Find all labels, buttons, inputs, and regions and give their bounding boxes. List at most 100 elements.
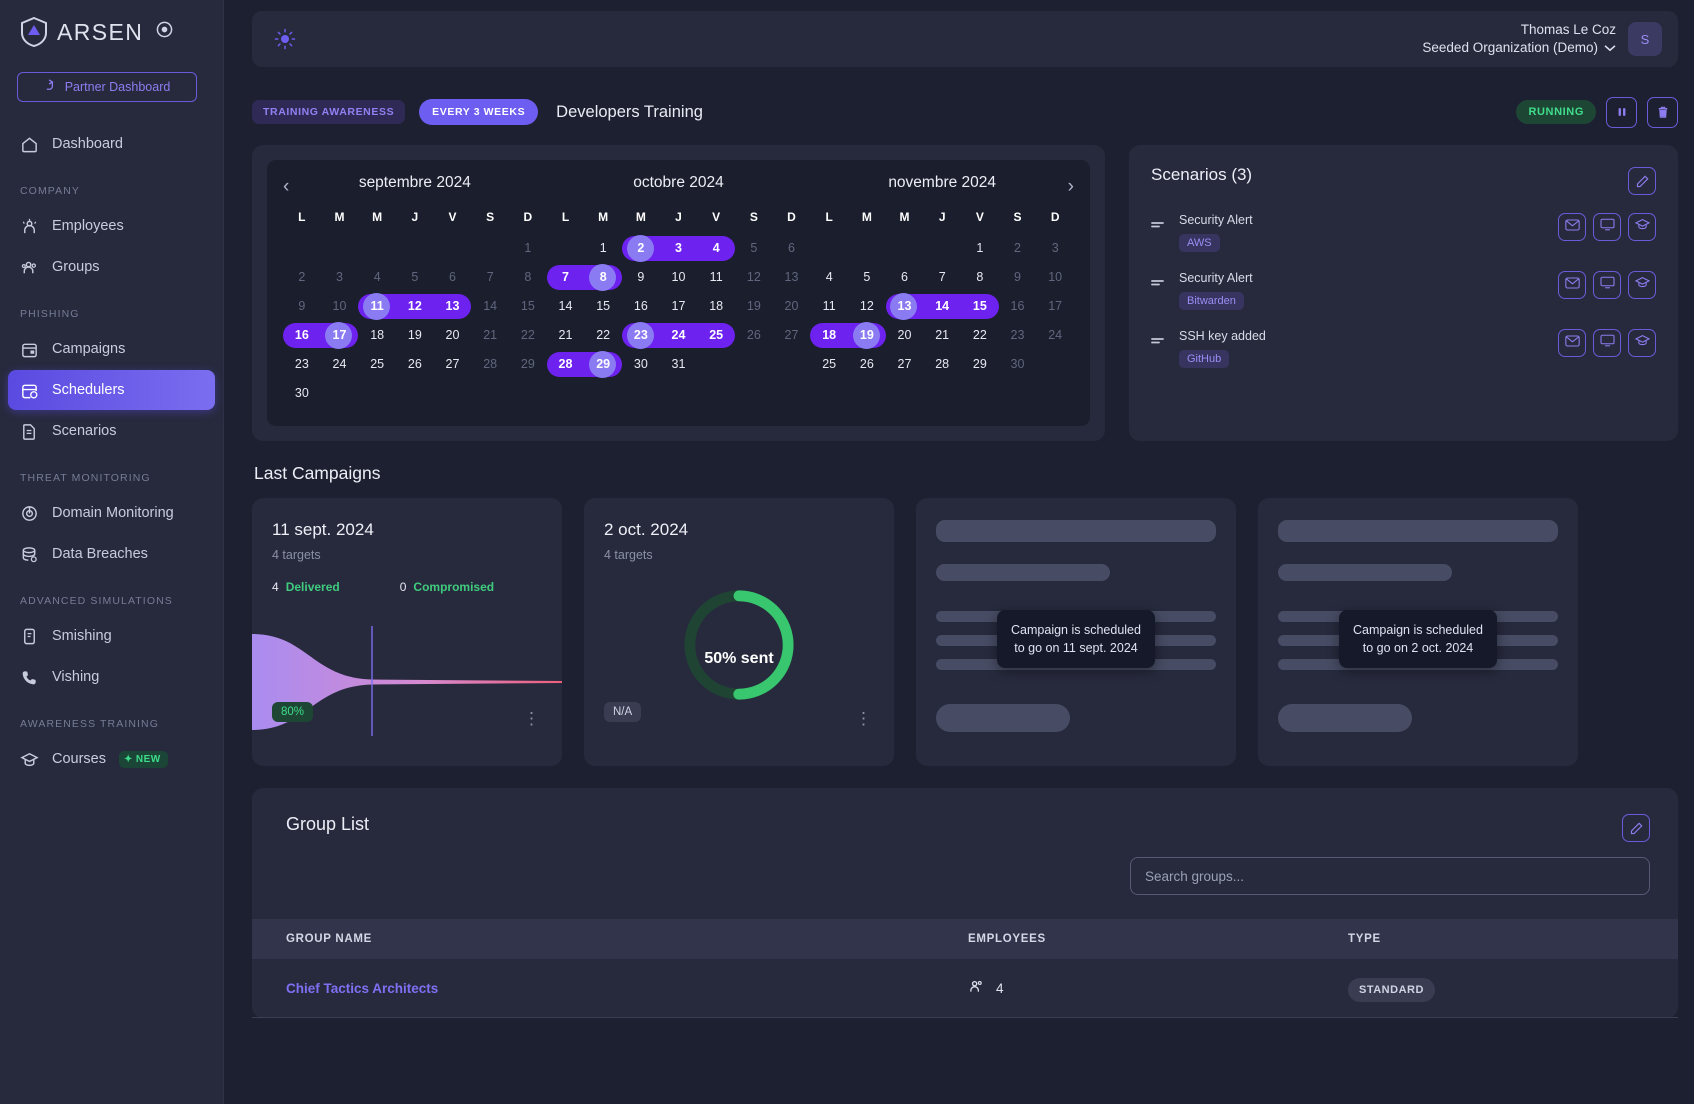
calendar-day[interactable]: 3 xyxy=(321,263,359,292)
sidebar-item-vishing[interactable]: Vishing xyxy=(8,657,215,697)
calendar-day[interactable]: 20 xyxy=(434,321,472,350)
graduation-cap-button[interactable] xyxy=(1628,329,1656,357)
calendar-day[interactable]: 22 xyxy=(509,321,547,350)
calendar-day[interactable]: 26 xyxy=(848,350,886,379)
calendar-day[interactable]: 2 xyxy=(622,234,660,263)
sidebar-item-smishing[interactable]: Smishing xyxy=(8,616,215,656)
graduation-cap-button[interactable] xyxy=(1628,271,1656,299)
sidebar-item-data-breaches[interactable]: Data Breaches xyxy=(8,534,215,574)
group-name-link[interactable]: Chief Tactics Architects xyxy=(286,981,438,996)
calendar-day[interactable]: 9 xyxy=(622,263,660,292)
calendar-day[interactable]: 22 xyxy=(584,321,622,350)
calendar-day[interactable]: 5 xyxy=(396,263,434,292)
sidebar-item-domain-monitoring[interactable]: Domain Monitoring xyxy=(8,493,215,533)
calendar-day[interactable]: 19 xyxy=(848,321,886,350)
campaign-menu-button[interactable]: ⋮ xyxy=(855,710,872,727)
calendar-day[interactable]: 13 xyxy=(434,292,472,321)
calendar-day[interactable]: 4 xyxy=(810,263,848,292)
calendar-day[interactable]: 29 xyxy=(961,350,999,379)
calendar-day[interactable]: 29 xyxy=(509,350,547,379)
calendar-day[interactable]: 20 xyxy=(773,292,811,321)
user-menu[interactable]: Thomas Le Coz Seeded Organization (Demo)… xyxy=(1422,21,1662,57)
calendar-day[interactable]: 6 xyxy=(434,263,472,292)
calendar-day[interactable]: 6 xyxy=(773,234,811,263)
calendar-day[interactable]: 1 xyxy=(584,234,622,263)
calendar-prev-button[interactable]: ‹ xyxy=(283,176,289,198)
calendar-day[interactable]: 27 xyxy=(434,350,472,379)
envelope-button[interactable] xyxy=(1558,213,1586,241)
monitor-button[interactable] xyxy=(1593,329,1621,357)
calendar-day[interactable]: 28 xyxy=(923,350,961,379)
calendar-day[interactable]: 28 xyxy=(547,350,585,379)
calendar-day[interactable]: 11 xyxy=(810,292,848,321)
calendar-day[interactable]: 21 xyxy=(547,321,585,350)
calendar-day[interactable]: 9 xyxy=(999,263,1037,292)
calendar-day[interactable]: 12 xyxy=(848,292,886,321)
sidebar-item-dashboard[interactable]: Dashboard xyxy=(8,124,215,164)
sidebar-item-scenarios[interactable]: Scenarios xyxy=(8,411,215,451)
calendar-day[interactable]: 19 xyxy=(735,292,773,321)
calendar-day[interactable]: 7 xyxy=(471,263,509,292)
calendar-day[interactable]: 30 xyxy=(622,350,660,379)
campaign-card[interactable]: 2 oct. 2024 4 targets 50% sent N/A ⋮ xyxy=(584,498,894,766)
calendar-day[interactable]: 2 xyxy=(999,234,1037,263)
envelope-button[interactable] xyxy=(1558,271,1586,299)
drag-handle-icon[interactable] xyxy=(1151,269,1167,293)
pause-button[interactable] xyxy=(1606,96,1637,128)
campaign-card-placeholder[interactable]: Campaign is scheduled to go on 11 sept. … xyxy=(916,498,1236,766)
calendar-day[interactable]: 30 xyxy=(283,379,321,408)
calendar-day[interactable]: 13 xyxy=(773,263,811,292)
calendar-day[interactable]: 16 xyxy=(622,292,660,321)
calendar-day[interactable]: 1 xyxy=(509,234,547,263)
calendar-day[interactable]: 30 xyxy=(999,350,1037,379)
partner-dashboard-button[interactable]: Partner Dashboard xyxy=(17,72,197,102)
calendar-day[interactable]: 7 xyxy=(547,263,585,292)
calendar-day[interactable]: 29 xyxy=(584,350,622,379)
group-list-edit-button[interactable] xyxy=(1622,814,1650,842)
calendar-day[interactable]: 31 xyxy=(660,350,698,379)
calendar-day[interactable]: 6 xyxy=(886,263,924,292)
drag-handle-icon[interactable] xyxy=(1151,327,1167,351)
theme-toggle-sun-icon[interactable] xyxy=(274,28,296,50)
calendar-day[interactable]: 8 xyxy=(961,263,999,292)
calendar-day[interactable]: 26 xyxy=(396,350,434,379)
calendar-day[interactable]: 22 xyxy=(961,321,999,350)
calendar-day[interactable]: 14 xyxy=(471,292,509,321)
campaign-menu-button[interactable]: ⋮ xyxy=(523,710,540,727)
calendar-day[interactable]: 8 xyxy=(509,263,547,292)
search-input[interactable] xyxy=(1130,857,1650,895)
calendar-day[interactable]: 10 xyxy=(660,263,698,292)
monitor-button[interactable] xyxy=(1593,213,1621,241)
calendar-day[interactable]: 11 xyxy=(358,292,396,321)
sidebar-item-schedulers[interactable]: Schedulers xyxy=(8,370,215,410)
calendar-day[interactable]: 8 xyxy=(584,263,622,292)
calendar-day[interactable]: 10 xyxy=(1036,263,1074,292)
sidebar-item-courses[interactable]: Courses ✦ NEW xyxy=(8,739,215,779)
calendar-day[interactable]: 15 xyxy=(509,292,547,321)
calendar-day[interactable]: 24 xyxy=(660,321,698,350)
calendar-day[interactable]: 14 xyxy=(923,292,961,321)
calendar-day[interactable]: 4 xyxy=(358,263,396,292)
calendar-day[interactable]: 18 xyxy=(697,292,735,321)
calendar-day[interactable]: 20 xyxy=(886,321,924,350)
envelope-button[interactable] xyxy=(1558,329,1586,357)
calendar-day[interactable]: 26 xyxy=(735,321,773,350)
calendar-day[interactable]: 10 xyxy=(321,292,359,321)
graduation-cap-button[interactable] xyxy=(1628,213,1656,241)
calendar-day[interactable]: 17 xyxy=(1036,292,1074,321)
calendar-next-button[interactable]: › xyxy=(1068,176,1074,198)
calendar-day[interactable]: 27 xyxy=(886,350,924,379)
calendar-day[interactable]: 17 xyxy=(660,292,698,321)
calendar-day[interactable]: 9 xyxy=(283,292,321,321)
calendar-day[interactable]: 18 xyxy=(358,321,396,350)
calendar-day[interactable]: 28 xyxy=(471,350,509,379)
calendar-day[interactable]: 19 xyxy=(396,321,434,350)
calendar-day[interactable]: 23 xyxy=(622,321,660,350)
delete-button[interactable] xyxy=(1647,96,1678,128)
calendar-day[interactable]: 24 xyxy=(321,350,359,379)
calendar-day[interactable]: 5 xyxy=(848,263,886,292)
logo[interactable]: ARSEN xyxy=(0,0,223,48)
calendar-day[interactable]: 13 xyxy=(886,292,924,321)
calendar-day[interactable]: 25 xyxy=(810,350,848,379)
calendar-day[interactable]: 11 xyxy=(697,263,735,292)
